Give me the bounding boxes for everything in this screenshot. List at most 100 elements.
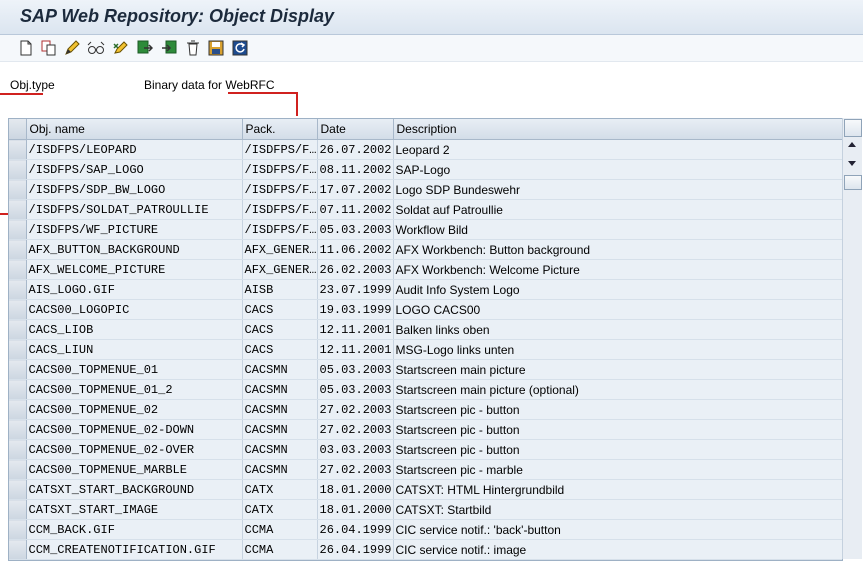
cell-obj-name[interactable]: AIS_LOGO.GIF (26, 279, 243, 300)
delete-icon[interactable] (184, 39, 202, 57)
cell-date[interactable]: 17.07.2002 (317, 179, 394, 200)
cell-description[interactable]: Startscreen pic - button (393, 399, 842, 420)
cell-date[interactable]: 05.03.2003 (317, 219, 394, 240)
cell-package[interactable]: CATX (242, 479, 318, 500)
cell-date[interactable]: 03.03.2003 (317, 439, 394, 460)
cell-package[interactable]: /ISDFPS/F… (242, 159, 318, 180)
cell-date[interactable]: 12.11.2001 (317, 319, 394, 340)
cell-date[interactable]: 26.04.1999 (317, 519, 394, 540)
cell-package[interactable]: /ISDFPS/F… (242, 139, 318, 160)
table-row[interactable]: AIS_LOGO.GIF AISB 23.07.1999 Audit Info Sys… (9, 279, 842, 300)
cell-package[interactable]: /ISDFPS/F… (242, 219, 318, 240)
column-header-date[interactable]: Date (317, 119, 394, 140)
select-all-button[interactable] (9, 119, 27, 140)
cell-obj-name[interactable]: /ISDFPS/SAP_LOGO (26, 159, 243, 180)
table-row[interactable]: CACS00_LOGOPIC CACS 19.03.1999 LOGO CACS00 (9, 299, 842, 320)
cell-obj-name[interactable]: CATSXT_START_BACKGROUND (26, 479, 243, 500)
row-selector[interactable] (9, 319, 27, 340)
save-icon[interactable] (207, 39, 225, 57)
table-row[interactable]: AFX_WELCOME_PICTURE AFX_GENER… 26.02.2003 A… (9, 259, 842, 280)
row-selector[interactable] (9, 259, 27, 280)
column-header-obj-name[interactable]: Obj. name (26, 119, 243, 140)
table-row[interactable]: CACS00_TOPMENUE_02-OVER CACSMN 03.03.2003 S… (9, 439, 842, 460)
cell-description[interactable]: AFX Workbench: Welcome Picture (393, 259, 842, 280)
table-row[interactable]: CACS00_TOPMENUE_01 CACSMN 05.03.2003 Starts… (9, 359, 842, 380)
cell-package[interactable]: CACS (242, 299, 318, 320)
table-row[interactable]: /ISDFPS/SDP_BW_LOGO/ISDFPS/F… 17.07.2002 L… (9, 179, 842, 200)
cell-package[interactable]: CATX (242, 499, 318, 520)
row-selector[interactable] (9, 499, 27, 520)
table-row[interactable]: CATSXT_START_IMAGE CATX 18.01.2000 CATSXT: … (9, 499, 842, 520)
scroll-thumb[interactable] (844, 175, 862, 190)
cell-description[interactable]: Startscreen pic - button (393, 419, 842, 440)
row-selector[interactable] (9, 359, 27, 380)
cell-package[interactable]: AISB (242, 279, 318, 300)
scroll-down-arrow-icon[interactable] (848, 161, 856, 166)
cell-date[interactable]: 08.11.2002 (317, 159, 394, 180)
row-selector[interactable] (9, 399, 27, 420)
cell-package[interactable]: CACSMN (242, 459, 318, 480)
cell-obj-name[interactable]: AFX_BUTTON_BACKGROUND (26, 239, 243, 260)
cell-description[interactable]: Startscreen pic - button (393, 439, 842, 460)
cell-package[interactable]: CACSMN (242, 379, 318, 400)
cell-package[interactable]: CACS (242, 319, 318, 340)
row-selector[interactable] (9, 219, 27, 240)
cell-description[interactable]: CIC service notif.: image (393, 539, 842, 560)
cell-package[interactable]: /ISDFPS/F… (242, 179, 318, 200)
cell-description[interactable]: AFX Workbench: Button background (393, 239, 842, 260)
row-selector[interactable] (9, 479, 27, 500)
cell-date[interactable]: 27.02.2003 (317, 419, 394, 440)
export-icon[interactable] (160, 39, 178, 57)
row-selector[interactable] (9, 279, 27, 300)
table-row[interactable]: /ISDFPS/SOLDAT_PATROULLIE/ISDFPS/F… 07.11… (9, 199, 842, 220)
table-row[interactable]: AFX_BUTTON_BACKGROUND AFX_GENER… 11.06.200… (9, 239, 842, 260)
scroll-up-arrow-icon[interactable] (848, 142, 856, 147)
table-row[interactable]: CACS_LIOB CACS 12.11.2001 Balken links oben (9, 319, 842, 340)
table-row[interactable]: /ISDFPS/LEOPARD/ISDFPS/F… 26.07.2002 Leopa… (9, 139, 842, 160)
cell-date[interactable]: 07.11.2002 (317, 199, 394, 220)
vertical-scrollbar[interactable] (842, 118, 862, 559)
cell-obj-name[interactable]: /ISDFPS/WF_PICTURE (26, 219, 243, 240)
cell-package[interactable]: AFX_GENER… (242, 239, 318, 260)
cell-date[interactable]: 26.07.2002 (317, 139, 394, 160)
cell-date[interactable]: 12.11.2001 (317, 339, 394, 360)
cell-package[interactable]: CACS (242, 339, 318, 360)
cell-package[interactable]: CACSMN (242, 399, 318, 420)
cell-description[interactable]: Audit Info System Logo (393, 279, 842, 300)
cell-date[interactable]: 18.01.2000 (317, 499, 394, 520)
cell-obj-name[interactable]: CACS00_TOPMENUE_02-OVER (26, 439, 243, 460)
row-selector[interactable] (9, 339, 27, 360)
cell-package[interactable]: CCMA (242, 539, 318, 560)
cell-description[interactable]: Balken links oben (393, 319, 842, 340)
cell-date[interactable]: 18.01.2000 (317, 479, 394, 500)
refresh-icon[interactable] (231, 39, 249, 57)
cell-package[interactable]: CACSMN (242, 419, 318, 440)
cell-obj-name[interactable]: CACS00_TOPMENUE_02-DOWN (26, 419, 243, 440)
table-row[interactable]: CACS00_TOPMENUE_01_2 CACSMN 05.03.2003 Star… (9, 379, 842, 400)
row-selector[interactable] (9, 239, 27, 260)
cell-date[interactable]: 05.03.2003 (317, 359, 394, 380)
row-selector[interactable] (9, 179, 27, 200)
cell-obj-name[interactable]: CACS00_TOPMENUE_01_2 (26, 379, 243, 400)
cell-description[interactable]: LOGO CACS00 (393, 299, 842, 320)
cell-date[interactable]: 26.02.2003 (317, 259, 394, 280)
table-row[interactable]: CACS00_TOPMENUE_02 CACSMN 27.02.2003 Starts… (9, 399, 842, 420)
change-display-icon[interactable] (112, 39, 130, 57)
table-row[interactable]: CATSXT_START_BACKGROUND CATX 18.01.2000 CAT… (9, 479, 842, 500)
cell-description[interactable]: Logo SDP Bundeswehr (393, 179, 842, 200)
cell-description[interactable]: CATSXT: HTML Hintergrundbild (393, 479, 842, 500)
row-selector[interactable] (9, 539, 27, 560)
row-selector[interactable] (9, 199, 27, 220)
row-selector[interactable] (9, 299, 27, 320)
cell-obj-name[interactable]: CACS_LIUN (26, 339, 243, 360)
cell-description[interactable]: MSG-Logo links unten (393, 339, 842, 360)
cell-description[interactable]: Startscreen main picture (393, 359, 842, 380)
copy-icon[interactable] (40, 39, 58, 57)
cell-date[interactable]: 05.03.2003 (317, 379, 394, 400)
table-row[interactable]: /ISDFPS/SAP_LOGO/ISDFPS/F… 08.11.2002 SAP-… (9, 159, 842, 180)
cell-package[interactable]: CCMA (242, 519, 318, 540)
table-row[interactable]: CACS00_TOPMENUE_MARBLE CACSMN 27.02.2003 St… (9, 459, 842, 480)
cell-date[interactable]: 26.04.1999 (317, 539, 394, 560)
cell-package[interactable]: CACSMN (242, 439, 318, 460)
cell-obj-name[interactable]: /ISDFPS/LEOPARD (26, 139, 243, 160)
